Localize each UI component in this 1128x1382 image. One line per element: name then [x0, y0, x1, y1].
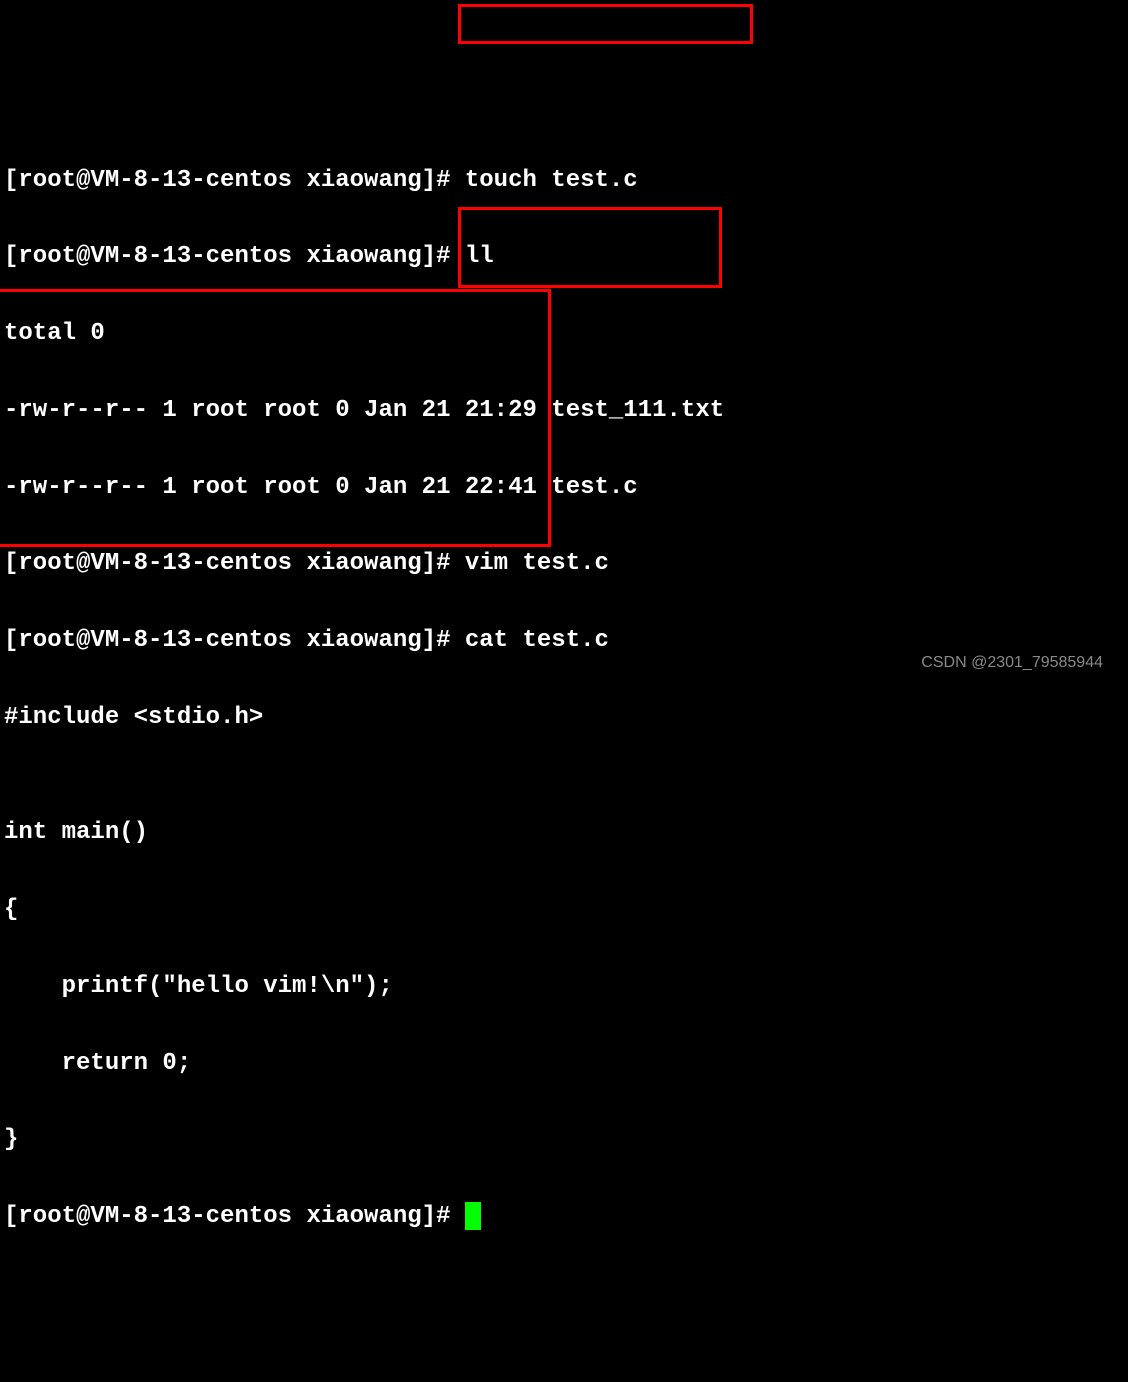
- cat-line3: int main(): [4, 814, 1124, 852]
- cat-line5: printf("hello vim!\n");: [4, 968, 1124, 1006]
- prompt: [root@VM-8-13-centos xiaowang]#: [4, 627, 465, 654]
- terminal-line-vim: [root@VM-8-13-centos xiaowang]# vim test…: [4, 545, 1124, 583]
- prompt: [root@VM-8-13-centos xiaowang]#: [4, 1203, 465, 1230]
- cat-line7: }: [4, 1121, 1124, 1159]
- ll-file1: -rw-r--r-- 1 root root 0 Jan 21 21:29 te…: [4, 392, 1124, 430]
- highlight-box-touch: [458, 4, 753, 44]
- command-touch: touch test.c: [465, 167, 638, 194]
- terminal-line-1: [root@VM-8-13-centos xiaowang]# touch te…: [4, 162, 1124, 200]
- command-cat: cat test.c: [465, 627, 609, 654]
- command-vim: vim test.c: [465, 550, 609, 577]
- cat-line1: #include <stdio.h>: [4, 699, 1124, 737]
- cat-line6: return 0;: [4, 1045, 1124, 1083]
- watermark: CSDN @2301_79585944: [921, 650, 1103, 676]
- cat-line4: {: [4, 891, 1124, 929]
- command-ll: ll: [465, 243, 494, 270]
- ll-file2: -rw-r--r-- 1 root root 0 Jan 21 22:41 te…: [4, 469, 1124, 507]
- cursor-icon: [465, 1202, 481, 1230]
- ll-total: total 0: [4, 315, 1124, 353]
- prompt: [root@VM-8-13-centos xiaowang]#: [4, 550, 465, 577]
- terminal-line-2: [root@VM-8-13-centos xiaowang]# ll: [4, 238, 1124, 276]
- terminal-line-prompt[interactable]: [root@VM-8-13-centos xiaowang]#: [4, 1198, 1124, 1236]
- prompt: [root@VM-8-13-centos xiaowang]#: [4, 167, 465, 194]
- prompt: [root@VM-8-13-centos xiaowang]#: [4, 243, 465, 270]
